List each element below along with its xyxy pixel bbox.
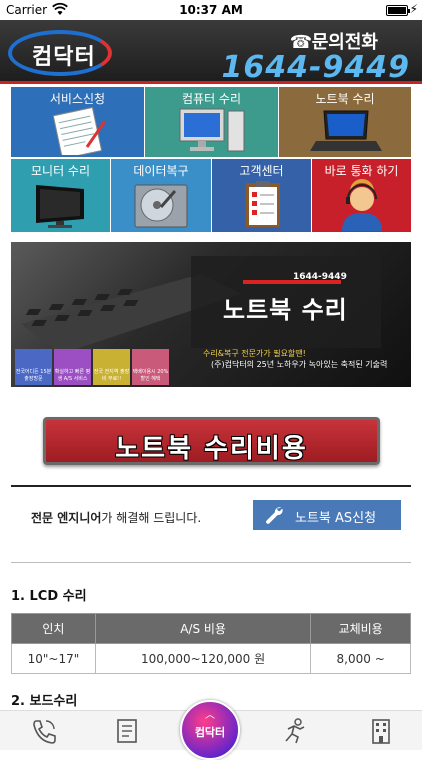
hard-disk-icon [134, 184, 188, 228]
logo-text: 컴닥터 [32, 45, 96, 70]
menu-label: 데이터복구 [133, 164, 189, 178]
cell-replace-cost: 8,000 ~ [310, 643, 411, 674]
banner-phone: 1644-9449 [293, 272, 347, 282]
form-document-icon [52, 107, 106, 155]
home-center-button[interactable]: ︿ 컴닥터 [180, 700, 240, 760]
status-bar: Carrier 10:37 AM ⚡ [0, 0, 422, 20]
app-header: 컴닥터 ☎문의전화 1644-9449 [0, 20, 422, 85]
badge-lifetime-as: 확실하고 빠른 평생 A/S 서비스 [54, 349, 91, 385]
banner-title: 노트북 수리 [223, 296, 348, 324]
menu-customer-center[interactable]: 고객센터 [212, 159, 311, 232]
menu-label: 바로 통화 하기 [324, 164, 399, 178]
running-person-icon[interactable] [280, 717, 310, 745]
home-center-label: 컴닥터 [194, 726, 226, 739]
as-request-label: 노트북 AS신청 [295, 511, 377, 526]
battery-icon [386, 5, 410, 16]
col-inch: 인치 [11, 613, 96, 644]
banner-badges: 전국어디든 15분 출장방문 확실하고 빠른 평생 A/S 서비스 전국 전지역… [15, 349, 171, 385]
as-request-button[interactable]: 노트북 AS신청 [253, 500, 401, 530]
cell-as-cost: 100,000~120,000 원 [94, 643, 312, 674]
col-replace-cost: 교체비용 [310, 613, 411, 644]
menu-computer-repair[interactable]: 컴퓨터 수리 [145, 87, 278, 157]
lcd-price-table: 인치 A/S 비용 교체비용 10"~17" 100,000~120,000 원… [11, 613, 411, 674]
engineer-section: 전문 엔지니어가 해결해 드립니다. 노트북 AS신청 [11, 485, 411, 563]
service-grid: 서비스신청 컴퓨터 수리 노트북 수리 모니터 수리 데이터복구 고객센터 바로… [11, 87, 411, 232]
banner-description: (주)컴닥터의 25년 노하우가 녹아있는 축적된 기술력 [211, 360, 388, 369]
clock: 10:37 AM [179, 3, 243, 17]
checklist-icon [245, 181, 280, 227]
menu-laptop-repair[interactable]: 노트북 수리 [279, 87, 411, 157]
laptop-icon [310, 110, 382, 151]
menu-label: 서비스신청 [49, 92, 106, 106]
monitor-icon [35, 185, 84, 228]
menu-label: 모니터 수리 [30, 164, 90, 178]
menu-call-now[interactable]: 바로 통화 하기 [312, 159, 411, 232]
building-icon[interactable] [366, 717, 396, 745]
badge-free-trip: 전국 전지역 출장비 무료!! [93, 349, 130, 385]
engineer-text: 전문 엔지니어가 해결해 드립니다. [31, 511, 202, 525]
menu-data-recovery[interactable]: 데이터복구 [111, 159, 211, 232]
menu-monitor-repair[interactable]: 모니터 수리 [11, 159, 110, 232]
table-header-row: 인치 A/S 비용 교체비용 [11, 613, 411, 644]
wrench-icon [266, 507, 283, 524]
phone-call-icon[interactable] [28, 717, 58, 745]
badge-visit: 전국어디든 15분 출장방문 [15, 349, 52, 385]
repair-cost-label: 노트북 수리비용 [115, 434, 308, 464]
logo[interactable]: 컴닥터 [8, 28, 116, 78]
contact-number[interactable]: 1644-9449 [222, 50, 410, 85]
menu-label: 고객센터 [239, 164, 284, 178]
desktop-computer-icon [179, 108, 244, 152]
menu-label: 노트북 수리 [315, 92, 375, 106]
chevron-up-icon: ︿ [205, 710, 215, 721]
section-board-title: 2. 보드수리 [11, 694, 78, 709]
checklist-tab-icon[interactable] [112, 717, 142, 745]
cell-inch: 10"~17" [11, 643, 96, 674]
badge-discount: 택배이용시 20% 할인 혜택 [132, 349, 169, 385]
section-lcd-title: 1. LCD 수리 [11, 589, 87, 604]
laptop-repair-banner[interactable]: 1644-9449 노트북 수리 수리&복구 전문가가 필요할땐! (주)컴닥터… [11, 242, 411, 387]
banner-subtitle: 수리&복구 전문가가 필요할땐! [203, 349, 306, 358]
col-as-cost: A/S 비용 [94, 613, 312, 644]
support-agent-icon [341, 179, 382, 231]
charging-icon: ⚡ [409, 2, 418, 16]
menu-service-request[interactable]: 서비스신청 [11, 87, 144, 157]
table-row: 10"~17" 100,000~120,000 원 8,000 ~ [11, 643, 411, 674]
repair-cost-button[interactable]: 노트북 수리비용 [43, 417, 380, 465]
